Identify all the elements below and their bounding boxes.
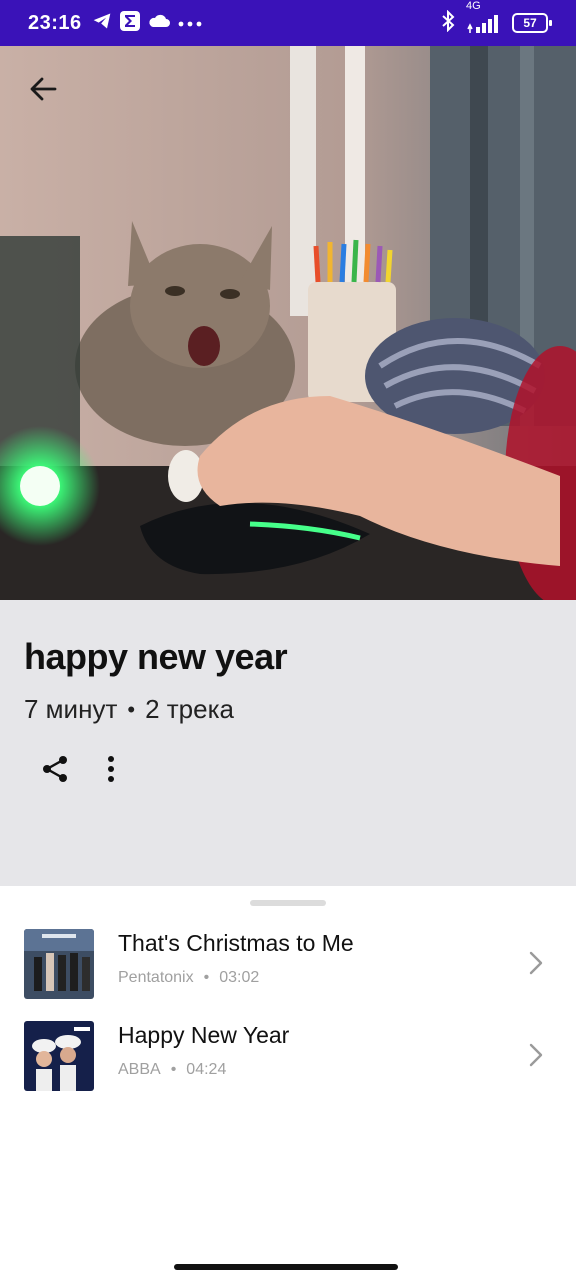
telegram-icon bbox=[92, 12, 112, 35]
track-artist: ABBA bbox=[118, 1061, 161, 1078]
cover-photo bbox=[0, 46, 576, 600]
playlist-track-count: 2 трека bbox=[145, 694, 234, 724]
back-arrow-icon bbox=[28, 74, 58, 109]
playlist-cover-image bbox=[0, 46, 576, 600]
meta-separator: • bbox=[127, 696, 136, 722]
cloud-icon bbox=[148, 14, 170, 33]
back-button[interactable] bbox=[24, 72, 62, 110]
status-bar: 23:16 4G 57 bbox=[0, 0, 576, 46]
sigma-icon bbox=[119, 10, 140, 36]
status-time: 23:16 bbox=[28, 11, 82, 34]
sheet-drag-handle[interactable] bbox=[250, 900, 326, 906]
more-options-button[interactable] bbox=[106, 754, 116, 789]
chevron-right-icon bbox=[524, 946, 548, 980]
track-separator: • bbox=[170, 1061, 177, 1078]
track-subtitle: ABBA • 04:24 bbox=[118, 1061, 226, 1079]
playlist-title: happy new year bbox=[24, 636, 288, 677]
more-dots-icon bbox=[178, 14, 202, 32]
bluetooth-icon bbox=[440, 9, 456, 37]
track-duration: 03:02 bbox=[219, 969, 260, 986]
status-left-icons bbox=[92, 10, 202, 36]
signal-icon: 4G bbox=[466, 1, 502, 33]
track-duration: 04:24 bbox=[186, 1061, 227, 1078]
track-cover bbox=[24, 1021, 94, 1091]
playlist-actions bbox=[40, 754, 116, 789]
network-label: 4G bbox=[466, 0, 481, 12]
more-vertical-icon bbox=[108, 756, 114, 782]
share-button[interactable] bbox=[40, 754, 70, 789]
track-cover bbox=[24, 929, 94, 999]
track-artist: Pentatonix bbox=[118, 969, 194, 986]
track-row[interactable]: Happy New Year ABBA • 04:24 bbox=[0, 1016, 576, 1096]
tracks-sheet: That's Christmas to Me Pentatonix • 03:0… bbox=[0, 886, 576, 1280]
track-row[interactable]: That's Christmas to Me Pentatonix • 03:0… bbox=[0, 924, 576, 1004]
track-separator: • bbox=[203, 969, 210, 986]
track-subtitle: Pentatonix • 03:02 bbox=[118, 969, 259, 987]
playlist-info-panel: happy new year 7 минут • 2 трека bbox=[0, 600, 576, 886]
playlist-duration: 7 минут bbox=[24, 694, 118, 724]
share-icon bbox=[43, 756, 67, 782]
status-right-icons: 4G 57 bbox=[440, 1, 552, 37]
chevron-right-icon bbox=[524, 1038, 548, 1072]
battery-level: 57 bbox=[523, 16, 537, 30]
battery-icon: 57 bbox=[512, 13, 552, 33]
track-title: That's Christmas to Me bbox=[118, 930, 354, 956]
playlist-meta: 7 минут • 2 трека bbox=[24, 694, 234, 725]
home-indicator[interactable] bbox=[174, 1264, 398, 1270]
track-title: Happy New Year bbox=[118, 1022, 290, 1048]
